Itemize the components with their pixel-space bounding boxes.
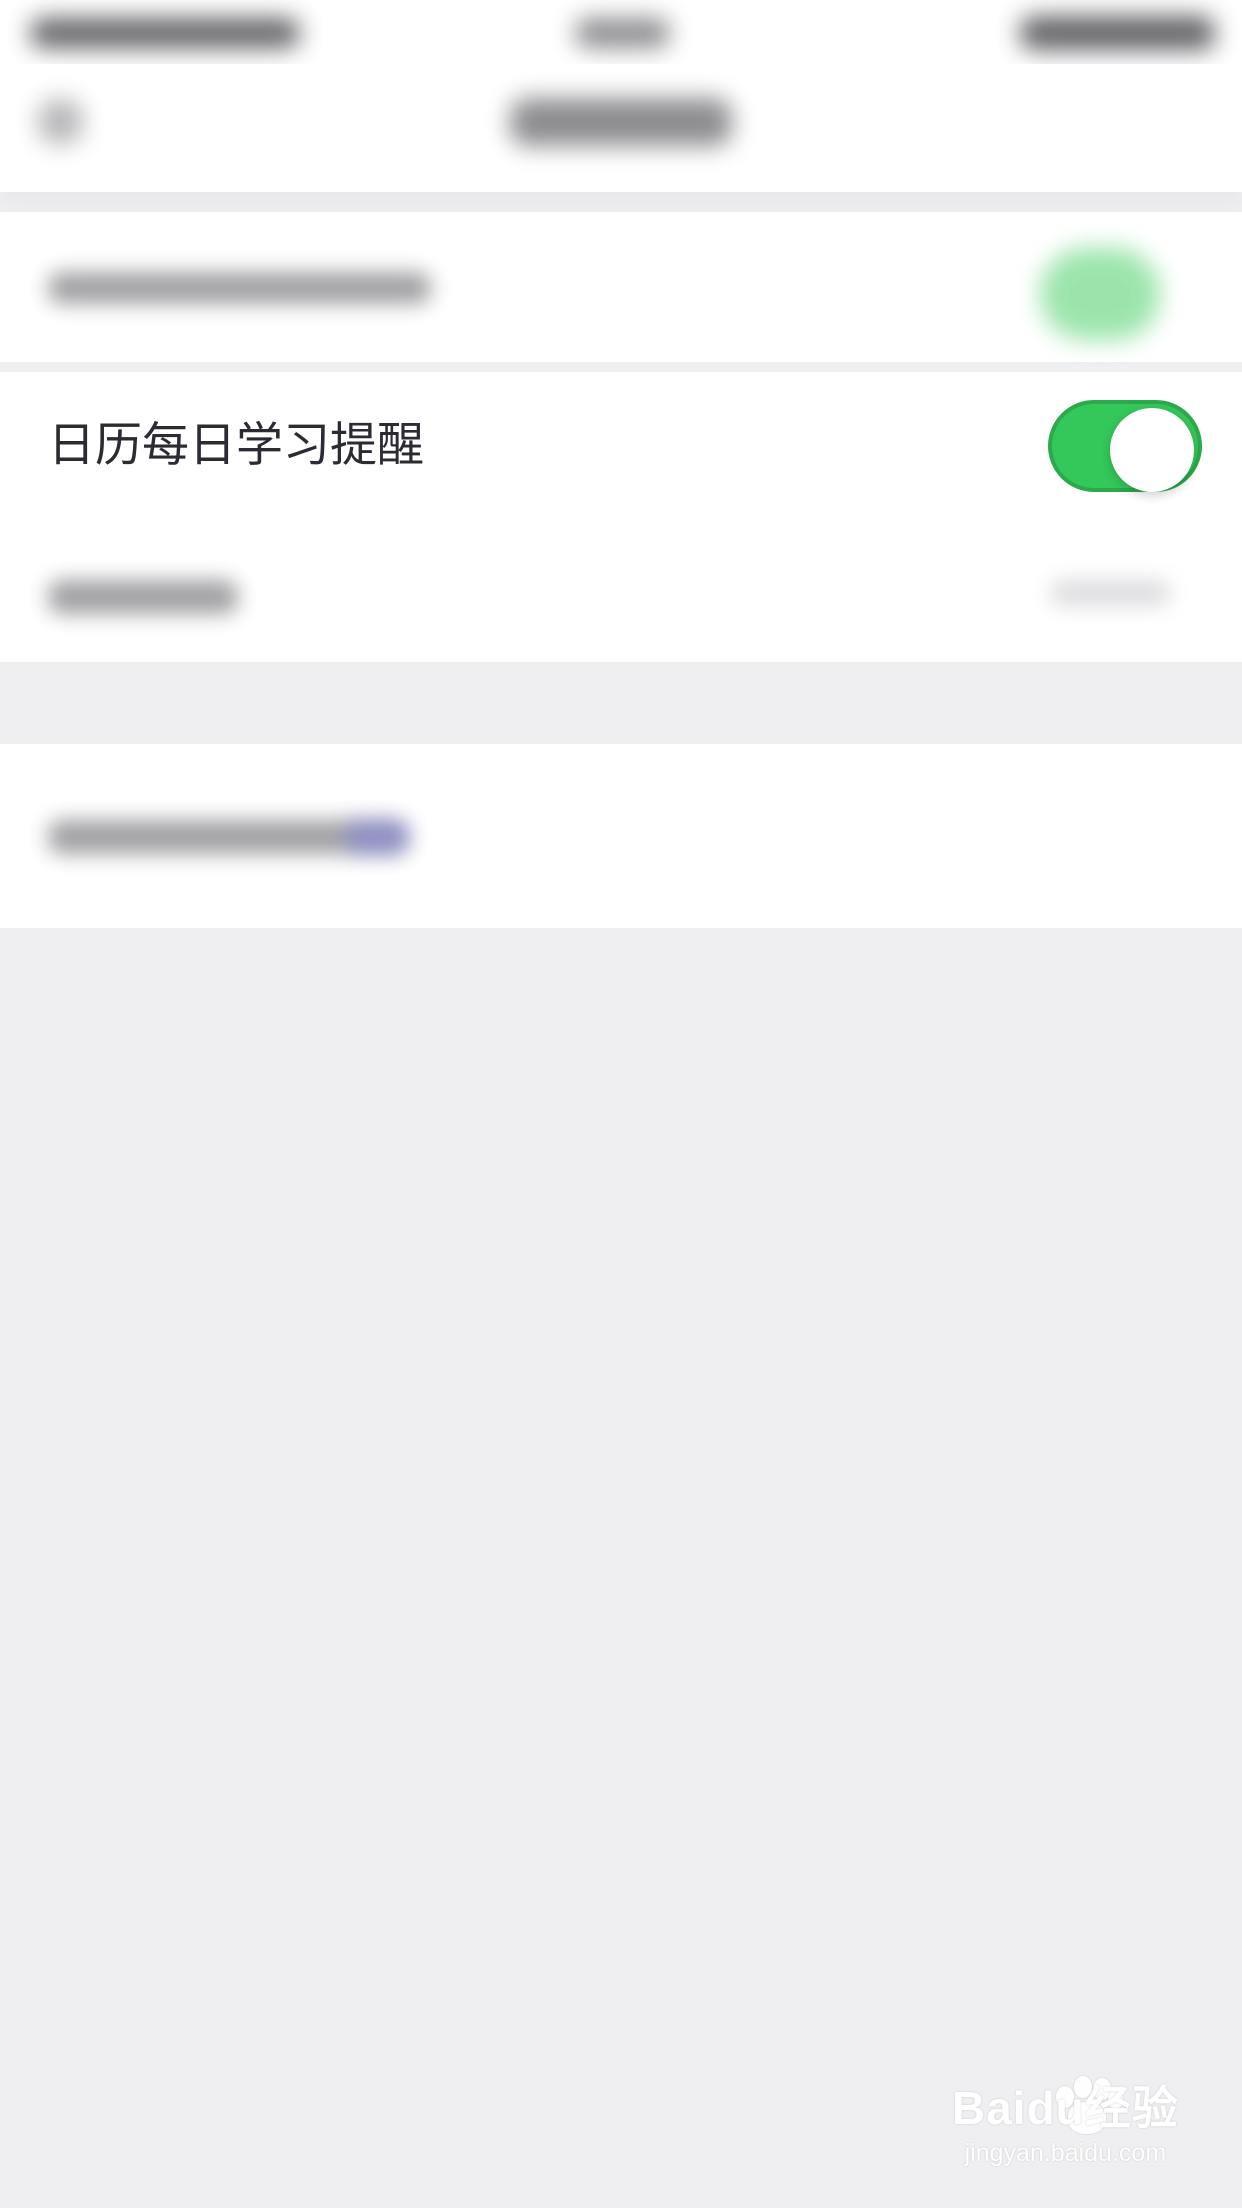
section-divider <box>0 662 1242 730</box>
blurred-toggle-switch <box>1040 248 1160 340</box>
settings-row-blurred-3 <box>0 744 1242 928</box>
watermark-url: jingyan.baidu.com <box>964 2139 1167 2167</box>
blurred-setting-value <box>1050 580 1170 606</box>
settings-row-daily-study-reminder[interactable]: 日历每日学习提醒 <box>0 372 1242 522</box>
blurred-setting-label <box>48 272 431 304</box>
settings-row-blurred-1 <box>0 212 1242 362</box>
baidu-jingyan-watermark: Baidu经验 jingyan.baidu.com <box>952 2076 1179 2168</box>
blurred-link-text <box>345 820 409 854</box>
daily-study-reminder-toggle[interactable] <box>1048 400 1202 492</box>
status-bar-time <box>575 18 670 48</box>
daily-study-reminder-label: 日历每日学习提醒 <box>48 418 424 473</box>
status-bar-right-icons <box>1020 16 1215 50</box>
status-bar-left-icons <box>30 18 300 48</box>
settings-row-blurred-2 <box>0 522 1242 672</box>
navigation-bar <box>0 64 1242 192</box>
status-bar <box>0 0 1242 64</box>
watermark-title: Baidu经验 <box>952 2082 1179 2134</box>
page-title <box>510 98 732 146</box>
blurred-setting-label <box>48 580 238 614</box>
toggle-knob <box>1110 408 1194 492</box>
back-arrow-icon[interactable] <box>38 99 83 144</box>
